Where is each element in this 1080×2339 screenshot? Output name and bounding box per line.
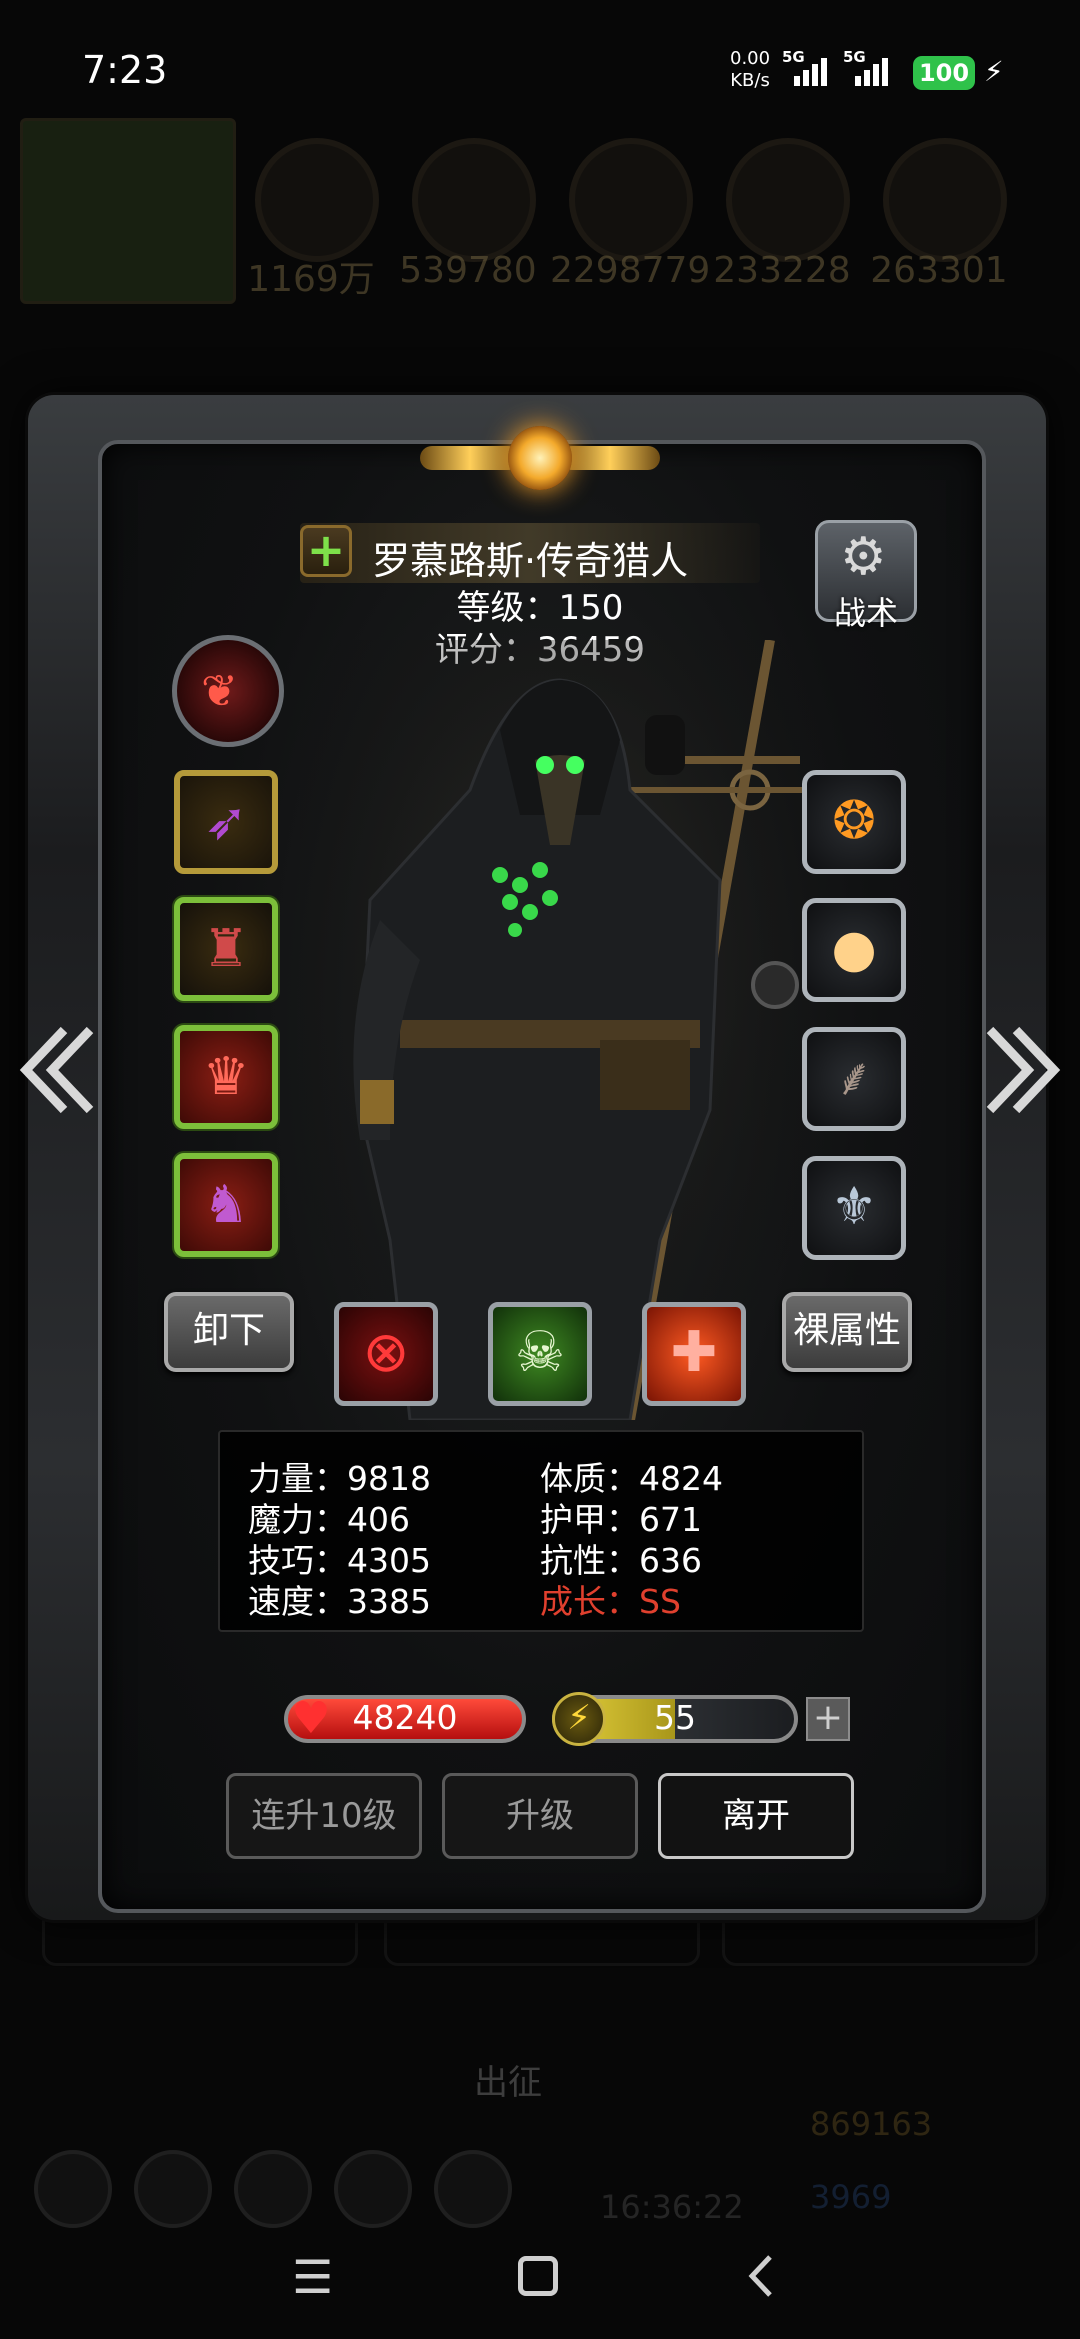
level-up-button[interactable]: 升级 [442, 1773, 638, 1859]
orb-icon: ● [831, 919, 877, 979]
background-player-avatar [20, 118, 236, 304]
background-menu-icon [134, 2150, 212, 2228]
equipment-slot-boots[interactable]: ♞ [174, 1153, 278, 1257]
helm-icon: ♛ [202, 1047, 250, 1107]
background-resource-icon [412, 138, 536, 262]
equipment-slot-feather[interactable]: ⸙ [802, 1027, 906, 1131]
add-energy-button[interactable]: + [806, 1697, 850, 1741]
stat-growth: 成长：SS [540, 1582, 681, 1621]
gear-icon: ⚙ [840, 527, 887, 587]
equipment-slot-ring-fire[interactable]: ❂ [802, 770, 906, 874]
cross-skill-icon: ✚ [670, 1320, 718, 1385]
signal-label: 5G [782, 48, 805, 66]
background-menu-icon [334, 2150, 412, 2228]
hero-name: 罗慕路斯·传奇猎人 [372, 539, 689, 583]
net-speed-unit: KB/s [730, 70, 770, 91]
background-resource-value: 263301 [870, 250, 1008, 291]
background-resource-value: 539780 [399, 250, 537, 291]
equipment-slot-badge[interactable]: ⚜ [802, 1156, 906, 1260]
background-resource-icon [255, 138, 379, 262]
demon-emblem-icon: ❦ [201, 666, 238, 717]
double-chevron-right-icon[interactable] [986, 1020, 1066, 1120]
hero-class-emblem[interactable]: ❦ [172, 635, 284, 747]
skill-slot-1[interactable]: ⊗ [334, 1302, 438, 1406]
signal-strength-icon: 5G [843, 48, 888, 86]
badge-icon: ⚜ [830, 1177, 878, 1237]
armor-icon: ♜ [202, 919, 250, 979]
skill-slot-2[interactable]: ☠ [488, 1302, 592, 1406]
background-resource-icon [726, 138, 850, 262]
menu-icon[interactable]: ☰ [292, 2250, 333, 2304]
battery-indicator: 100 [913, 56, 975, 90]
background-menu-icon [434, 2150, 512, 2228]
home-square-icon[interactable] [518, 2256, 558, 2296]
boots-icon: ♞ [202, 1175, 250, 1235]
energy-value: 55 [654, 1698, 696, 1737]
leave-button[interactable]: 离开 [658, 1773, 854, 1859]
level-up-10-button[interactable]: 连升10级 [226, 1773, 422, 1859]
equipment-slot-helm[interactable]: ♛ [174, 1025, 278, 1129]
background-go-button: 出征 [474, 2063, 542, 2103]
signal-label: 5G [843, 48, 866, 66]
equipment-slot-orb[interactable]: ● [802, 898, 906, 1002]
target-skill-icon: ⊗ [362, 1320, 410, 1385]
background-menu-icon [34, 2150, 112, 2228]
background-resource-value: 2298779 [550, 250, 711, 291]
background-resource-value: 1169万 [247, 259, 375, 300]
signal-strength-icon: 5G [782, 48, 827, 86]
skull-skill-icon: ☠ [514, 1320, 566, 1385]
equipment-slot-armor[interactable]: ♜ [174, 897, 278, 1001]
network-speed: 0.00 KB/s [730, 48, 770, 92]
tactics-label: 战术 [833, 594, 898, 632]
equipment-slot-weapon[interactable]: ➶ [174, 770, 278, 874]
background-menu-icon [234, 2150, 312, 2228]
background-timer: 16:36:22 [600, 2188, 744, 2226]
background-resource-icon [883, 138, 1007, 262]
skill-slot-3[interactable]: ✚ [642, 1302, 746, 1406]
feather-icon: ⸙ [834, 1048, 874, 1108]
back-icon[interactable] [746, 2253, 776, 2299]
fire-ring-icon: ❂ [832, 791, 876, 851]
unequip-button[interactable]: 卸下 [164, 1292, 294, 1372]
hp-value: 48240 [352, 1698, 458, 1737]
background-gold: 869163 [810, 2105, 933, 2143]
charging-icon: ⚡ [984, 55, 1004, 88]
double-chevron-left-icon[interactable] [14, 1020, 94, 1120]
stat-speed: 速度：3385 [248, 1582, 431, 1621]
base-attributes-button[interactable]: 裸属性 [782, 1292, 912, 1372]
status-time: 7:23 [82, 48, 168, 92]
background-resource-icon [569, 138, 693, 262]
background-gems: 3969 [810, 2178, 892, 2216]
frame-crest-emblem [420, 418, 660, 498]
add-hero-button[interactable]: + [300, 525, 352, 577]
net-speed-value: 0.00 [730, 48, 771, 69]
crossbow-icon: ➶ [204, 792, 248, 852]
background-resource-value: 233228 [713, 250, 851, 291]
